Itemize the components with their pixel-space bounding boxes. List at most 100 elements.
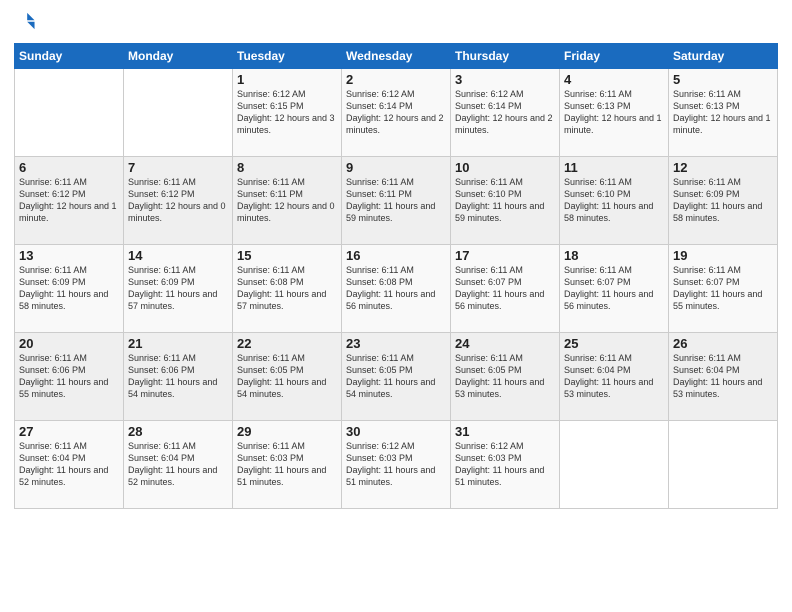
day-cell: 7Sunrise: 6:11 AM Sunset: 6:12 PM Daylig… [124, 157, 233, 245]
day-info: Sunrise: 6:11 AM Sunset: 6:05 PM Dayligh… [455, 352, 555, 401]
day-number: 13 [19, 248, 119, 263]
day-cell: 17Sunrise: 6:11 AM Sunset: 6:07 PM Dayli… [451, 245, 560, 333]
header [14, 10, 778, 37]
day-info: Sunrise: 6:11 AM Sunset: 6:06 PM Dayligh… [19, 352, 119, 401]
day-number: 7 [128, 160, 228, 175]
day-info: Sunrise: 6:11 AM Sunset: 6:03 PM Dayligh… [237, 440, 337, 489]
day-info: Sunrise: 6:11 AM Sunset: 6:07 PM Dayligh… [673, 264, 773, 313]
day-number: 12 [673, 160, 773, 175]
day-number: 10 [455, 160, 555, 175]
day-number: 20 [19, 336, 119, 351]
day-number: 31 [455, 424, 555, 439]
day-cell: 4Sunrise: 6:11 AM Sunset: 6:13 PM Daylig… [560, 69, 669, 157]
day-cell: 19Sunrise: 6:11 AM Sunset: 6:07 PM Dayli… [669, 245, 778, 333]
day-number: 14 [128, 248, 228, 263]
day-number: 4 [564, 72, 664, 87]
day-number: 28 [128, 424, 228, 439]
day-cell: 27Sunrise: 6:11 AM Sunset: 6:04 PM Dayli… [15, 421, 124, 509]
day-number: 2 [346, 72, 446, 87]
week-row-5: 27Sunrise: 6:11 AM Sunset: 6:04 PM Dayli… [15, 421, 778, 509]
day-cell: 3Sunrise: 6:12 AM Sunset: 6:14 PM Daylig… [451, 69, 560, 157]
day-info: Sunrise: 6:11 AM Sunset: 6:09 PM Dayligh… [673, 176, 773, 225]
weekday-header-saturday: Saturday [669, 44, 778, 69]
day-info: Sunrise: 6:11 AM Sunset: 6:12 PM Dayligh… [19, 176, 119, 225]
day-info: Sunrise: 6:11 AM Sunset: 6:13 PM Dayligh… [673, 88, 773, 137]
day-cell [560, 421, 669, 509]
calendar-table: SundayMondayTuesdayWednesdayThursdayFrid… [14, 43, 778, 509]
day-number: 16 [346, 248, 446, 263]
day-cell: 9Sunrise: 6:11 AM Sunset: 6:11 PM Daylig… [342, 157, 451, 245]
weekday-header-tuesday: Tuesday [233, 44, 342, 69]
day-info: Sunrise: 6:11 AM Sunset: 6:12 PM Dayligh… [128, 176, 228, 225]
day-number: 30 [346, 424, 446, 439]
day-cell: 2Sunrise: 6:12 AM Sunset: 6:14 PM Daylig… [342, 69, 451, 157]
logo [14, 10, 38, 37]
day-info: Sunrise: 6:12 AM Sunset: 6:15 PM Dayligh… [237, 88, 337, 137]
day-number: 23 [346, 336, 446, 351]
day-cell [669, 421, 778, 509]
day-number: 3 [455, 72, 555, 87]
logo-icon [14, 10, 36, 32]
day-info: Sunrise: 6:11 AM Sunset: 6:07 PM Dayligh… [564, 264, 664, 313]
day-info: Sunrise: 6:11 AM Sunset: 6:05 PM Dayligh… [346, 352, 446, 401]
day-info: Sunrise: 6:11 AM Sunset: 6:11 PM Dayligh… [346, 176, 446, 225]
weekday-header-thursday: Thursday [451, 44, 560, 69]
day-number: 21 [128, 336, 228, 351]
day-info: Sunrise: 6:12 AM Sunset: 6:03 PM Dayligh… [346, 440, 446, 489]
day-cell: 5Sunrise: 6:11 AM Sunset: 6:13 PM Daylig… [669, 69, 778, 157]
day-info: Sunrise: 6:12 AM Sunset: 6:03 PM Dayligh… [455, 440, 555, 489]
day-cell: 16Sunrise: 6:11 AM Sunset: 6:08 PM Dayli… [342, 245, 451, 333]
day-cell: 20Sunrise: 6:11 AM Sunset: 6:06 PM Dayli… [15, 333, 124, 421]
day-cell: 31Sunrise: 6:12 AM Sunset: 6:03 PM Dayli… [451, 421, 560, 509]
day-number: 6 [19, 160, 119, 175]
day-number: 18 [564, 248, 664, 263]
day-info: Sunrise: 6:11 AM Sunset: 6:09 PM Dayligh… [19, 264, 119, 313]
weekday-header-monday: Monday [124, 44, 233, 69]
day-info: Sunrise: 6:12 AM Sunset: 6:14 PM Dayligh… [455, 88, 555, 137]
day-cell: 22Sunrise: 6:11 AM Sunset: 6:05 PM Dayli… [233, 333, 342, 421]
day-cell: 26Sunrise: 6:11 AM Sunset: 6:04 PM Dayli… [669, 333, 778, 421]
day-cell: 12Sunrise: 6:11 AM Sunset: 6:09 PM Dayli… [669, 157, 778, 245]
day-info: Sunrise: 6:11 AM Sunset: 6:07 PM Dayligh… [455, 264, 555, 313]
week-row-4: 20Sunrise: 6:11 AM Sunset: 6:06 PM Dayli… [15, 333, 778, 421]
day-cell: 6Sunrise: 6:11 AM Sunset: 6:12 PM Daylig… [15, 157, 124, 245]
weekday-header-sunday: Sunday [15, 44, 124, 69]
day-cell: 24Sunrise: 6:11 AM Sunset: 6:05 PM Dayli… [451, 333, 560, 421]
day-number: 27 [19, 424, 119, 439]
day-cell: 18Sunrise: 6:11 AM Sunset: 6:07 PM Dayli… [560, 245, 669, 333]
day-cell [124, 69, 233, 157]
day-number: 17 [455, 248, 555, 263]
day-number: 1 [237, 72, 337, 87]
day-cell: 11Sunrise: 6:11 AM Sunset: 6:10 PM Dayli… [560, 157, 669, 245]
day-info: Sunrise: 6:11 AM Sunset: 6:04 PM Dayligh… [673, 352, 773, 401]
day-number: 19 [673, 248, 773, 263]
day-info: Sunrise: 6:11 AM Sunset: 6:04 PM Dayligh… [128, 440, 228, 489]
day-info: Sunrise: 6:12 AM Sunset: 6:14 PM Dayligh… [346, 88, 446, 137]
day-cell: 1Sunrise: 6:12 AM Sunset: 6:15 PM Daylig… [233, 69, 342, 157]
day-info: Sunrise: 6:11 AM Sunset: 6:04 PM Dayligh… [564, 352, 664, 401]
day-cell: 28Sunrise: 6:11 AM Sunset: 6:04 PM Dayli… [124, 421, 233, 509]
day-number: 9 [346, 160, 446, 175]
day-info: Sunrise: 6:11 AM Sunset: 6:10 PM Dayligh… [455, 176, 555, 225]
day-number: 8 [237, 160, 337, 175]
day-cell: 21Sunrise: 6:11 AM Sunset: 6:06 PM Dayli… [124, 333, 233, 421]
day-cell: 8Sunrise: 6:11 AM Sunset: 6:11 PM Daylig… [233, 157, 342, 245]
day-number: 24 [455, 336, 555, 351]
day-info: Sunrise: 6:11 AM Sunset: 6:08 PM Dayligh… [346, 264, 446, 313]
week-row-2: 6Sunrise: 6:11 AM Sunset: 6:12 PM Daylig… [15, 157, 778, 245]
day-info: Sunrise: 6:11 AM Sunset: 6:11 PM Dayligh… [237, 176, 337, 225]
day-number: 26 [673, 336, 773, 351]
day-info: Sunrise: 6:11 AM Sunset: 6:06 PM Dayligh… [128, 352, 228, 401]
day-info: Sunrise: 6:11 AM Sunset: 6:10 PM Dayligh… [564, 176, 664, 225]
day-info: Sunrise: 6:11 AM Sunset: 6:04 PM Dayligh… [19, 440, 119, 489]
day-cell: 25Sunrise: 6:11 AM Sunset: 6:04 PM Dayli… [560, 333, 669, 421]
week-row-3: 13Sunrise: 6:11 AM Sunset: 6:09 PM Dayli… [15, 245, 778, 333]
day-cell [15, 69, 124, 157]
day-number: 29 [237, 424, 337, 439]
day-cell: 15Sunrise: 6:11 AM Sunset: 6:08 PM Dayli… [233, 245, 342, 333]
day-cell: 10Sunrise: 6:11 AM Sunset: 6:10 PM Dayli… [451, 157, 560, 245]
day-number: 5 [673, 72, 773, 87]
weekday-header-row: SundayMondayTuesdayWednesdayThursdayFrid… [15, 44, 778, 69]
day-cell: 29Sunrise: 6:11 AM Sunset: 6:03 PM Dayli… [233, 421, 342, 509]
day-cell: 30Sunrise: 6:12 AM Sunset: 6:03 PM Dayli… [342, 421, 451, 509]
